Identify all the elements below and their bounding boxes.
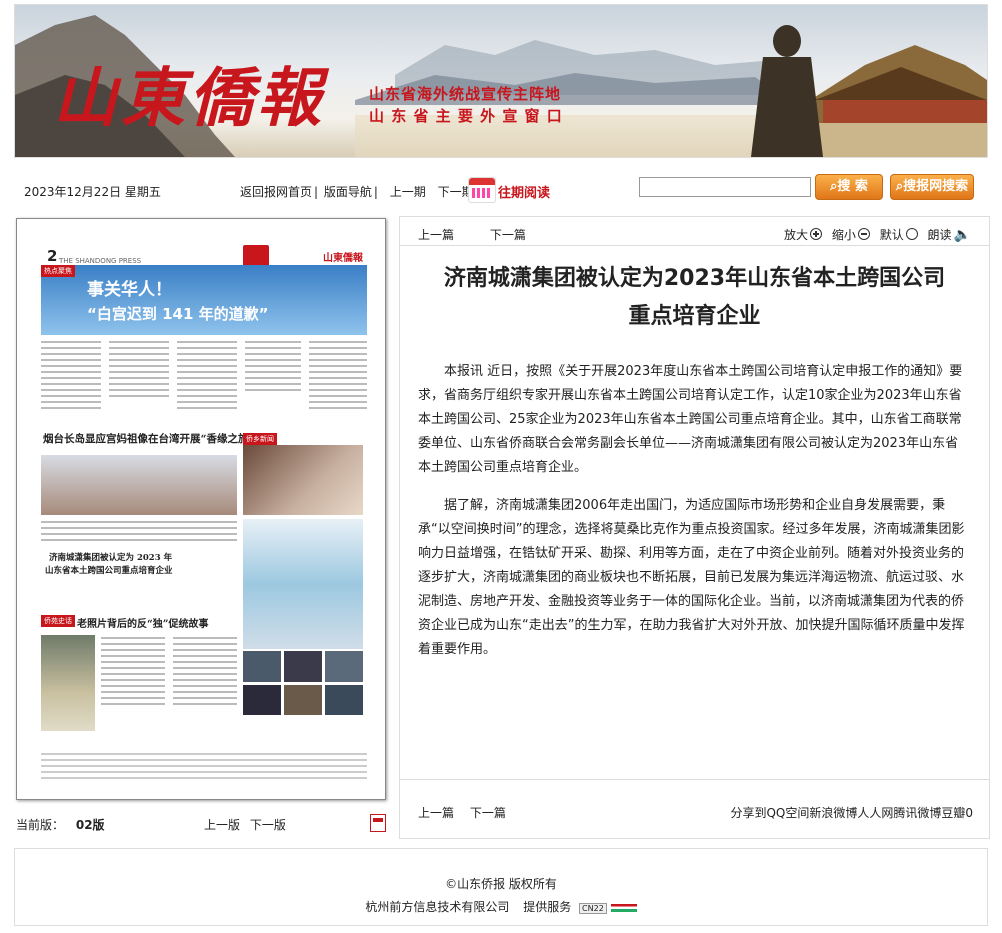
site-footer: ©山东侨报 版权所有 杭州前方信息技术有限公司 提供服务 CN22 [14, 848, 988, 926]
prev-article-link[interactable]: 上一篇 [418, 228, 454, 242]
article-toolbar: 上一篇 下一篇 放大 缩小 默认 朗读 🔈 [400, 217, 989, 246]
thumb-text-columns [41, 341, 367, 409]
read-aloud-button[interactable]: 朗读 🔈 [928, 227, 971, 243]
pdf-icon[interactable] [370, 814, 386, 832]
thumb-headline-1b: “白宫迟到 141 年的道歉” [87, 305, 269, 323]
thumb-page-no: 2 [47, 247, 58, 265]
provider-logo-stripes [610, 903, 637, 912]
thumb-photo-warehouse [243, 519, 363, 649]
thumb-photo-meeting [243, 445, 363, 515]
default-size-button[interactable]: 默认 [880, 228, 918, 242]
thumb-paper-en: THE SHANDONG PRESS [59, 257, 142, 265]
article-title-line-1: 济南城潇集团被认定为2023年山东省本土跨国公司 [443, 266, 946, 291]
prev-issue-link[interactable]: 上一期 [390, 185, 426, 199]
article-footer: 上一篇 下一篇 分享到QQ空间新浪微博人人网腾讯微博豆瓣0 [400, 779, 989, 839]
thumb-section-tag-2: 侨乡新闻 [243, 433, 277, 445]
article-title: 济南城潇集团被认定为2023年山东省本土跨国公司 重点培育企业 [400, 260, 989, 336]
prev-page-link[interactable]: 上一版 [204, 818, 240, 832]
thumb-headline-4: 老照片背后的反“独”促统故事 [77, 619, 209, 630]
thumb-logo-badge [243, 245, 269, 267]
thumb-text-block-2 [101, 637, 237, 705]
nav-separator: | [373, 185, 378, 199]
page-nav: 上一版 下一版 [204, 816, 286, 833]
thumb-headline-2: 烟台长岛显应宫妈祖像在台湾开展“香缘之旅” [43, 433, 255, 445]
speaker-icon: 🔈 [953, 227, 971, 243]
page-thumbnail-panel: 2 THE SHANDONG PRESS 山東僑報 热点聚焦 事关华人！ “白宫… [14, 216, 386, 838]
provider-name[interactable]: 杭州前方信息技术有限公司 [365, 900, 509, 914]
zoom-in-button[interactable]: 放大 [784, 228, 823, 242]
share-links[interactable]: 分享到QQ空间新浪微博人人网腾讯微博豆瓣0 [730, 804, 973, 821]
past-issues-link[interactable]: 往期阅读 [498, 182, 550, 201]
calendar-icon[interactable] [468, 177, 496, 203]
thumb-photo-grid [243, 651, 363, 715]
provider-badge: CN22 [579, 903, 607, 914]
thumb-footer-info [41, 753, 367, 779]
masthead-banner: 山東僑報 山东省海外统战宣传主阵地 山 东 省 主 要 外 宣 窗 口 [14, 4, 988, 158]
current-page-number: 02版 [75, 818, 105, 832]
current-date: 2023年12月22日 星期五 [24, 185, 161, 199]
zoom-out-button[interactable]: 缩小 [832, 228, 870, 242]
text-tools: 放大 缩小 默认 朗读 🔈 [784, 226, 971, 243]
provider-line: 杭州前方信息技术有限公司 提供服务 CN22 [15, 898, 987, 915]
prev-article-link-bottom[interactable]: 上一篇 [418, 806, 454, 820]
article-paragraph: 本报讯 近日，按照《关于开展2023年度山东省本土跨国公司培育认定申报工作的通知… [418, 364, 963, 475]
current-page-label: 当前版： [16, 818, 65, 832]
top-toolbar: 2023年12月22日 星期五 返回报网首页 | 版面导航 | 上一期 下一期 往期… [14, 166, 986, 208]
thumb-headline-3b: 山东省本土跨国公司重点培育企业 [45, 566, 173, 576]
slogan-line-1: 山东省海外统战宣传主阵地 [369, 85, 562, 103]
thumb-headline-1: 事关华人！ [87, 280, 172, 300]
thumb-photo-group [41, 455, 237, 515]
article-nav-top: 上一篇 下一篇 [418, 226, 526, 243]
article-paragraph: 据了解，济南城潇集团2006年走出国门，为适应国际市场形势和企业自身发展需要，秉… [418, 498, 965, 657]
slogan-line-2: 山 东 省 主 要 外 宣 窗 口 [369, 107, 563, 125]
thumb-photo-monument [41, 635, 95, 731]
site-search-button[interactable]: ⌕搜报网搜索 [890, 174, 974, 200]
thumb-masthead: 山東僑報 [323, 253, 363, 264]
copyright-text: ©山东侨报 版权所有 [445, 877, 557, 891]
nav-separator: | [314, 185, 319, 199]
plus-icon [810, 228, 823, 240]
next-article-link-bottom[interactable]: 下一篇 [470, 806, 506, 820]
next-article-link[interactable]: 下一篇 [490, 228, 526, 242]
circle-icon [905, 228, 918, 240]
article-nav-bottom: 上一篇 下一篇 [418, 804, 506, 821]
minus-icon [857, 228, 870, 240]
thumb-headline-3a: 济南城潇集团被认定为 2023 年 [49, 553, 173, 563]
next-page-link[interactable]: 下一版 [250, 818, 286, 832]
home-link[interactable]: 返回报网首页 [240, 185, 312, 199]
thumb-text-block [41, 521, 237, 541]
top-nav: 返回报网首页 | 版面导航 | 上一期 下一期 [240, 183, 476, 200]
article-body: 本报讯 近日，按照《关于开展2023年度山东省本土跨国公司培育认定申报工作的通知… [418, 360, 970, 676]
search-button[interactable]: ⌕搜 索 [815, 174, 883, 200]
article-title-line-2: 重点培育企业 [628, 304, 761, 329]
page-nav-link[interactable]: 版面导航 [324, 185, 372, 199]
article-panel: 上一篇 下一篇 放大 缩小 默认 朗读 🔈 济南城潇集团被认定为2023年山东省本… [399, 216, 990, 839]
thumb-section-tag: 热点聚焦 [41, 265, 75, 277]
page-label-group: 当前版： 02版 [16, 816, 105, 833]
masthead-logo: 山東僑報 [53, 61, 325, 136]
newspaper-page-thumbnail[interactable]: 2 THE SHANDONG PRESS 山東僑報 热点聚焦 事关华人！ “白宫… [16, 218, 386, 800]
service-text: 提供服务 [523, 900, 572, 914]
search-input[interactable] [639, 177, 811, 197]
thumb-section-tag-3: 侨苑史话 [41, 615, 75, 627]
